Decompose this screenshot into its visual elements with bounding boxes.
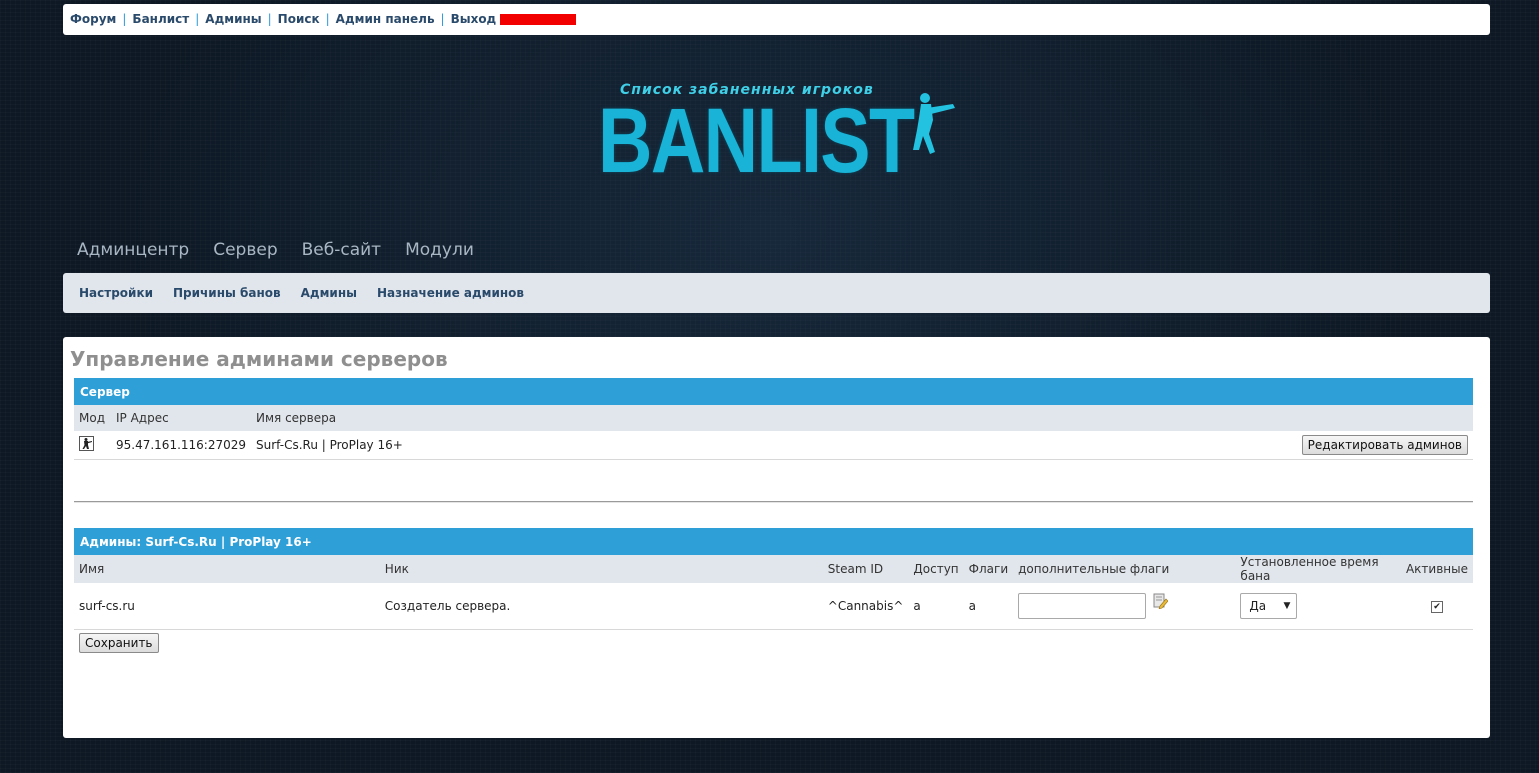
mainnav-server[interactable]: Сервер bbox=[213, 240, 277, 260]
col-ip: IP Адрес bbox=[111, 405, 252, 431]
admin-name: surf-cs.ru bbox=[74, 583, 380, 630]
mainnav-admincenter[interactable]: Админцентр bbox=[77, 240, 189, 260]
page-title: Управление админами серверов bbox=[70, 347, 448, 371]
admins-table: Админы: Surf-Cs.Ru | ProPlay 16+ Имя Ник… bbox=[74, 528, 1473, 630]
admin-access: a bbox=[908, 583, 964, 630]
col-flags: Флаги bbox=[963, 555, 1014, 583]
nav-link-search[interactable]: Поиск bbox=[278, 12, 320, 26]
col-server-name: Имя сервера bbox=[251, 405, 827, 431]
top-navigation: Форум | Банлист | Админы | Поиск | Админ панель |… bbox=[63, 4, 1490, 35]
ban-time-value: Да bbox=[1249, 598, 1267, 613]
ban-time-cell: Да ▼ bbox=[1235, 583, 1401, 630]
nav-link-banlist[interactable]: Банлист bbox=[132, 12, 189, 26]
col-active: Активные bbox=[1400, 555, 1473, 583]
admin-steam-id: ^Cannabis^ bbox=[822, 583, 909, 630]
subnav-assign-admins[interactable]: Назначение админов bbox=[377, 286, 524, 300]
nav-link-admins[interactable]: Админы bbox=[205, 12, 261, 26]
admin-nick: Создатель сервера. bbox=[379, 583, 823, 630]
server-name: Surf-Cs.Ru | ProPlay 16+ bbox=[251, 431, 827, 460]
nav-separator: | bbox=[267, 12, 272, 26]
active-cell: ✔ bbox=[1400, 583, 1473, 630]
main-navigation: Админцентр Сервер Веб-сайт Модули bbox=[77, 240, 498, 260]
redacted-username bbox=[500, 14, 577, 25]
subnav-settings[interactable]: Настройки bbox=[79, 286, 153, 300]
table-row: 95.47.161.116:27029 Surf-Cs.Ru | ProPlay… bbox=[74, 431, 1473, 460]
nav-separator: | bbox=[195, 12, 200, 26]
save-button[interactable]: Сохранить bbox=[79, 633, 159, 653]
nav-separator: | bbox=[325, 12, 330, 26]
extra-flags-input[interactable] bbox=[1018, 592, 1147, 619]
col-name: Имя bbox=[74, 555, 380, 583]
server-table: Сервер Мод IP Адрес Имя сервера 95.47.16… bbox=[74, 378, 1473, 460]
section-divider bbox=[74, 501, 1473, 503]
col-steam-id: Steam ID bbox=[822, 555, 909, 583]
mod-cell bbox=[74, 431, 111, 460]
nav-separator: | bbox=[122, 12, 127, 26]
subnav-admins[interactable]: Админы bbox=[301, 286, 357, 300]
server-table-header: Сервер bbox=[74, 378, 1473, 405]
col-extra-flags: дополнительные флаги bbox=[1013, 555, 1236, 583]
edit-admins-button[interactable]: Редактировать админов bbox=[1301, 434, 1468, 455]
logo-title: BANLIST bbox=[598, 90, 915, 192]
admins-table-header: Админы: Surf-Cs.Ru | ProPlay 16+ bbox=[74, 528, 1473, 555]
col-access: Доступ bbox=[908, 555, 964, 583]
sub-navigation: Настройки Причины банов Админы Назначение а… bbox=[63, 273, 1490, 313]
subnav-ban-reasons[interactable]: Причины банов bbox=[173, 286, 281, 300]
ban-time-select[interactable]: Да ▼ bbox=[1240, 592, 1298, 619]
mainnav-website[interactable]: Веб-сайт bbox=[302, 240, 381, 260]
chevron-down-icon: ▼ bbox=[1283, 600, 1291, 611]
server-ip: 95.47.161.116:27029 bbox=[111, 431, 252, 460]
active-checkbox[interactable]: ✔ bbox=[1430, 601, 1443, 614]
col-mod: Мод bbox=[74, 405, 111, 431]
extra-flags-cell bbox=[1013, 583, 1236, 630]
mainnav-modules[interactable]: Модули bbox=[405, 240, 474, 260]
banlist-logo: Список забаненных игроков BANLIST bbox=[598, 80, 958, 195]
table-row: surf-cs.ru Создатель сервера. ^Cannabis^… bbox=[74, 583, 1473, 630]
col-nick: Ник bbox=[379, 555, 823, 583]
soldier-icon bbox=[913, 93, 955, 154]
nav-link-logout[interactable]: Выход bbox=[451, 12, 497, 26]
action-cell: Редактировать админов bbox=[826, 431, 1473, 460]
edit-flags-icon[interactable] bbox=[1152, 593, 1169, 610]
nav-separator: | bbox=[440, 12, 445, 26]
nav-link-admin-panel[interactable]: Админ панель bbox=[336, 12, 435, 26]
col-ban-time: Установленное время бана bbox=[1235, 555, 1401, 583]
admin-flags: a bbox=[963, 583, 1014, 630]
nav-link-forum[interactable]: Форум bbox=[70, 12, 116, 26]
cstrike-mod-icon bbox=[79, 436, 94, 452]
content-panel: Управление админами серверов Сервер Мод … bbox=[63, 337, 1490, 738]
col-action bbox=[826, 405, 1473, 431]
